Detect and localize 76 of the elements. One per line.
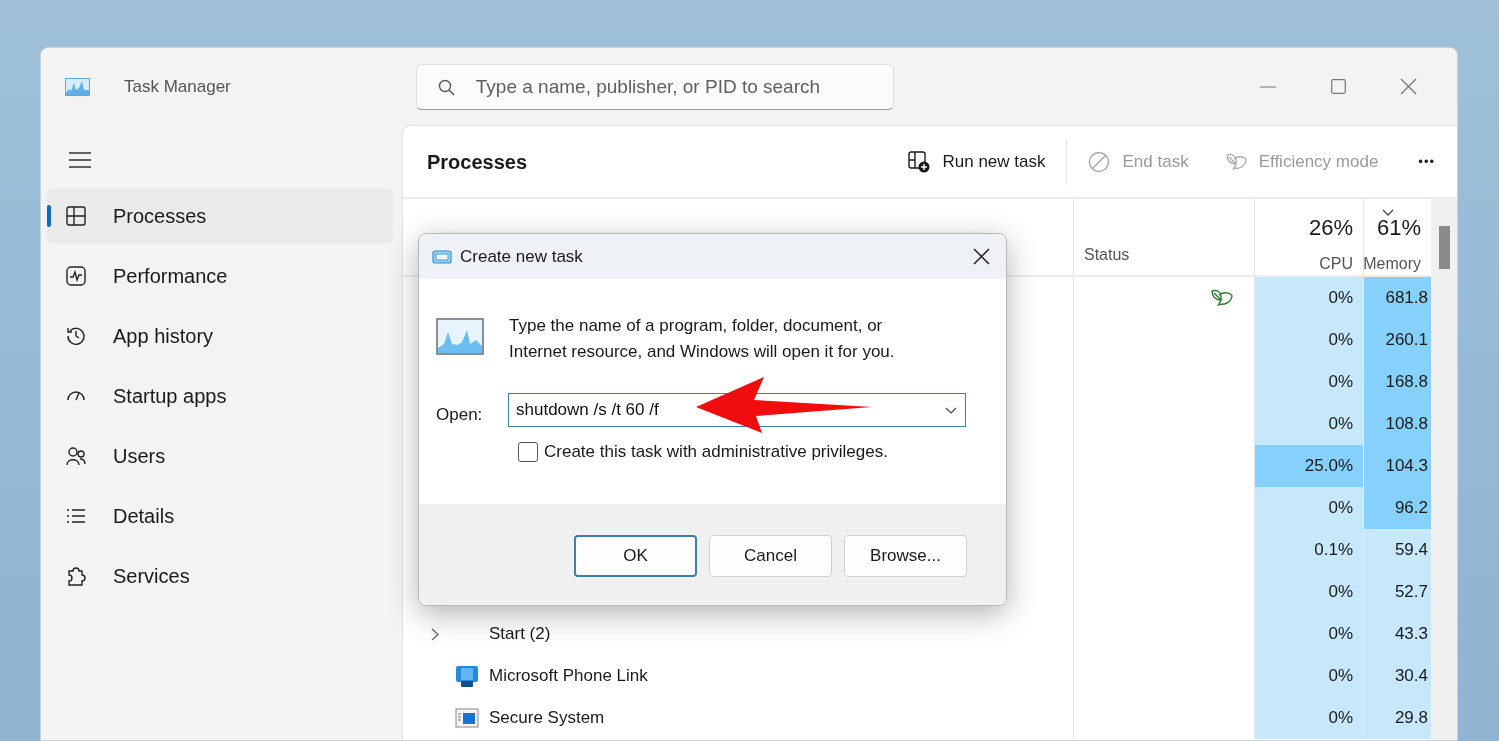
memory-cell: 59.4	[1364, 529, 1431, 571]
dialog-button[interactable]: Browse...	[844, 535, 967, 577]
memory-cell: 168.8	[1364, 361, 1431, 403]
cpu-cell: 0%	[1255, 613, 1364, 655]
sidebar-item[interactable]: App history	[47, 309, 393, 363]
cpu-cell: 25.0%	[1255, 445, 1364, 487]
toolbar-button[interactable]: Run new task	[898, 141, 1056, 182]
cpu-cell: 0%	[1255, 277, 1364, 319]
page-title: Processes	[427, 149, 528, 175]
process-name[interactable]: Microsoft Phone Link	[489, 663, 648, 689]
column-header[interactable]: 26% CPU	[1255, 199, 1364, 275]
cpu-cell: 0%	[1255, 571, 1364, 613]
app-icon	[65, 77, 90, 96]
column-header[interactable]: Status	[1074, 199, 1255, 275]
cpu-cell: 0.1%	[1255, 529, 1364, 571]
sidebar-item[interactable]: Services	[47, 549, 393, 603]
memory-cell: 681.8	[1364, 277, 1431, 319]
dialog-button[interactable]: OK	[574, 535, 697, 577]
cpu-cell: 0%	[1255, 403, 1364, 445]
scrollbar[interactable]	[1431, 199, 1457, 740]
column-total: 61%	[1376, 214, 1421, 242]
cpu-cell: 0%	[1255, 655, 1364, 697]
admin-checkbox[interactable]	[518, 441, 538, 462]
window-icon	[455, 706, 479, 730]
memory-cell: 30.4	[1364, 655, 1431, 697]
puzzle-icon	[66, 566, 86, 586]
cpu-cell: 0%	[1255, 361, 1364, 403]
window-title: Task Manager	[124, 75, 231, 98]
dialog-icon	[432, 249, 452, 264]
sidebar-item[interactable]: Details	[47, 489, 393, 543]
process-name[interactable]: Start (2)	[489, 621, 551, 647]
sidebar-item[interactable]: Startup apps	[47, 369, 393, 423]
cpu-cell: 0%	[1255, 319, 1364, 361]
phone-link-icon	[455, 664, 479, 688]
column-label: CPU	[1319, 254, 1353, 274]
list-icon	[66, 506, 86, 526]
memory-cell: 104.3	[1364, 445, 1431, 487]
close-icon	[972, 248, 990, 265]
new-task-icon	[908, 150, 931, 173]
column-header[interactable]: 61% Memory	[1364, 199, 1431, 275]
search-icon	[437, 78, 455, 96]
search-field[interactable]: Type a name, publisher, or PID to search	[415, 63, 894, 110]
processes-icon	[66, 206, 86, 226]
process-name[interactable]: Secure System	[489, 705, 605, 731]
memory-cell: 52.7	[1364, 571, 1431, 613]
admin-checkbox-label: Create this task with administrative privileges.	[544, 441, 888, 463]
cpu-cell: 0%	[1255, 697, 1364, 739]
dialog-button[interactable]: Cancel	[709, 535, 832, 577]
dialog-message: Type the name of a program, folder, document, or Internet resource, and Windows will open it for you.	[509, 315, 896, 363]
more-button[interactable]: •••	[1418, 151, 1435, 172]
users-icon	[66, 446, 86, 466]
menu-icon	[69, 152, 91, 168]
dialog-title: Create new task	[460, 245, 583, 268]
maximize-icon	[1330, 79, 1346, 94]
prohibited-icon	[1088, 150, 1111, 173]
memory-cell: 29.8	[1364, 697, 1431, 739]
dropdown-caret-icon	[945, 407, 957, 414]
scrollbar-thumb[interactable]	[1439, 226, 1450, 269]
pulse-icon	[66, 266, 86, 286]
sidebar-item[interactable]: Processes	[47, 189, 393, 243]
task-manager-icon	[436, 318, 484, 355]
open-label: Open:	[436, 404, 483, 426]
cpu-cell: 0%	[1255, 487, 1364, 529]
column-total: 26%	[1308, 214, 1353, 242]
column-label: Status	[1084, 245, 1130, 265]
memory-cell: 43.3	[1364, 613, 1431, 655]
memory-cell: 108.8	[1364, 403, 1431, 445]
column-label: Memory	[1363, 254, 1421, 274]
expand-chevron-icon[interactable]	[431, 627, 439, 641]
memory-cell: 260.1	[1364, 319, 1431, 361]
close-icon	[1399, 78, 1417, 95]
memory-cell: 96.2	[1364, 487, 1431, 529]
sidebar-item[interactable]: Users	[47, 429, 393, 483]
sidebar-item[interactable]: Performance	[47, 249, 393, 303]
minimize-icon	[1260, 85, 1276, 88]
history-icon	[66, 326, 86, 346]
